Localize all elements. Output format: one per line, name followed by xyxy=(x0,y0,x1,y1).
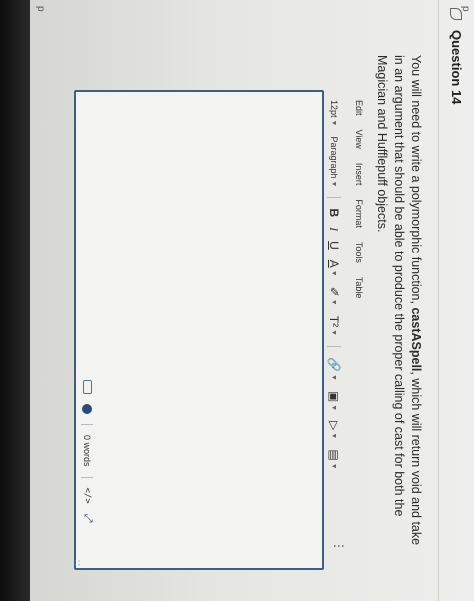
editor-toolbar: 12pt ▼ Paragraph ▼ B I U A ▼ ✐ ▼ T² ▼ 🔗 … xyxy=(322,100,346,600)
toolbar-divider xyxy=(327,346,341,347)
link-button[interactable]: 🔗 ▼ xyxy=(327,357,341,381)
document-button[interactable]: ▤ ▼ xyxy=(327,449,341,469)
question-title: Question 14 xyxy=(449,30,464,105)
editor-status-bar: 0 words </> ⤢ xyxy=(81,380,94,523)
editor-menubar: Edit View Insert Format Tools Table xyxy=(354,100,364,298)
block-format-select[interactable]: Paragraph ▼ xyxy=(329,136,339,187)
keyboard-icon[interactable] xyxy=(83,380,92,394)
chevron-down-icon: ▼ xyxy=(330,462,338,470)
media-icon: ▷ xyxy=(327,421,341,431)
chevron-down-icon: ▼ xyxy=(330,298,338,306)
menu-tools[interactable]: Tools xyxy=(354,242,364,263)
question-prompt: You will need to write a polymorphic fun… xyxy=(373,55,424,555)
status-divider xyxy=(81,476,94,478)
block-format-value: Paragraph xyxy=(329,136,339,179)
expand-icon[interactable]: ⤢ xyxy=(81,514,94,523)
answer-text-area[interactable] xyxy=(74,90,324,570)
image-button[interactable]: ▣ ▼ xyxy=(327,391,341,411)
more-options-icon[interactable]: ⋮ xyxy=(332,540,346,552)
chevron-down-icon: ▼ xyxy=(330,329,338,336)
prompt-text-start: You will need to write a polymorphic fun… xyxy=(409,55,423,308)
menu-view[interactable]: View xyxy=(354,130,364,149)
menu-insert[interactable]: Insert xyxy=(354,163,364,186)
quiz-page: p p Question 14 You will need to write a… xyxy=(30,0,474,601)
chevron-down-icon: ▼ xyxy=(330,432,338,440)
chevron-down-icon: ▼ xyxy=(330,180,338,188)
underline-button[interactable]: U xyxy=(327,241,341,250)
chevron-down-icon: ▼ xyxy=(330,404,338,412)
highlight-button[interactable]: ✐ ▼ xyxy=(327,287,341,306)
highlight-icon: ✐ xyxy=(327,286,341,297)
flag-question-icon[interactable] xyxy=(450,8,463,20)
menu-table[interactable]: Table xyxy=(354,277,364,299)
superscript-icon: T² xyxy=(327,315,341,328)
photo-viewport: p p Question 14 You will need to write a… xyxy=(0,0,474,601)
text-color-button[interactable]: A ▼ xyxy=(327,260,341,277)
status-divider xyxy=(81,424,94,425)
font-size-value: 12pt xyxy=(329,100,339,118)
desk-background xyxy=(0,0,30,601)
word-count[interactable]: 0 words xyxy=(83,435,93,467)
image-icon: ▣ xyxy=(327,390,341,403)
question-header: Question 14 xyxy=(438,0,474,601)
menu-format[interactable]: Format xyxy=(354,199,364,228)
chevron-down-icon: ▼ xyxy=(330,269,338,277)
chevron-down-icon: ▼ xyxy=(330,373,338,381)
resize-grip-icon[interactable]: ∷ xyxy=(71,560,82,566)
link-icon: 🔗 xyxy=(327,357,341,372)
bold-button[interactable]: B xyxy=(327,208,341,217)
html-code-view-button[interactable]: </> xyxy=(83,488,93,504)
font-size-select[interactable]: 12pt ▼ xyxy=(329,100,339,126)
accessibility-icon[interactable] xyxy=(82,404,93,414)
italic-button[interactable]: I xyxy=(327,227,342,231)
menu-edit[interactable]: Edit xyxy=(354,100,364,116)
prompt-function-name: castASpell xyxy=(409,307,423,372)
document-icon: ▤ xyxy=(327,449,341,461)
superscript-button[interactable]: T² ▼ xyxy=(327,316,341,336)
toolbar-divider xyxy=(327,197,341,199)
chevron-down-icon: ▼ xyxy=(330,119,338,127)
text-color-icon: A xyxy=(327,259,341,268)
page-corner-mark-bottom: p xyxy=(35,6,46,12)
media-button[interactable]: ▷ ▼ xyxy=(327,421,341,439)
